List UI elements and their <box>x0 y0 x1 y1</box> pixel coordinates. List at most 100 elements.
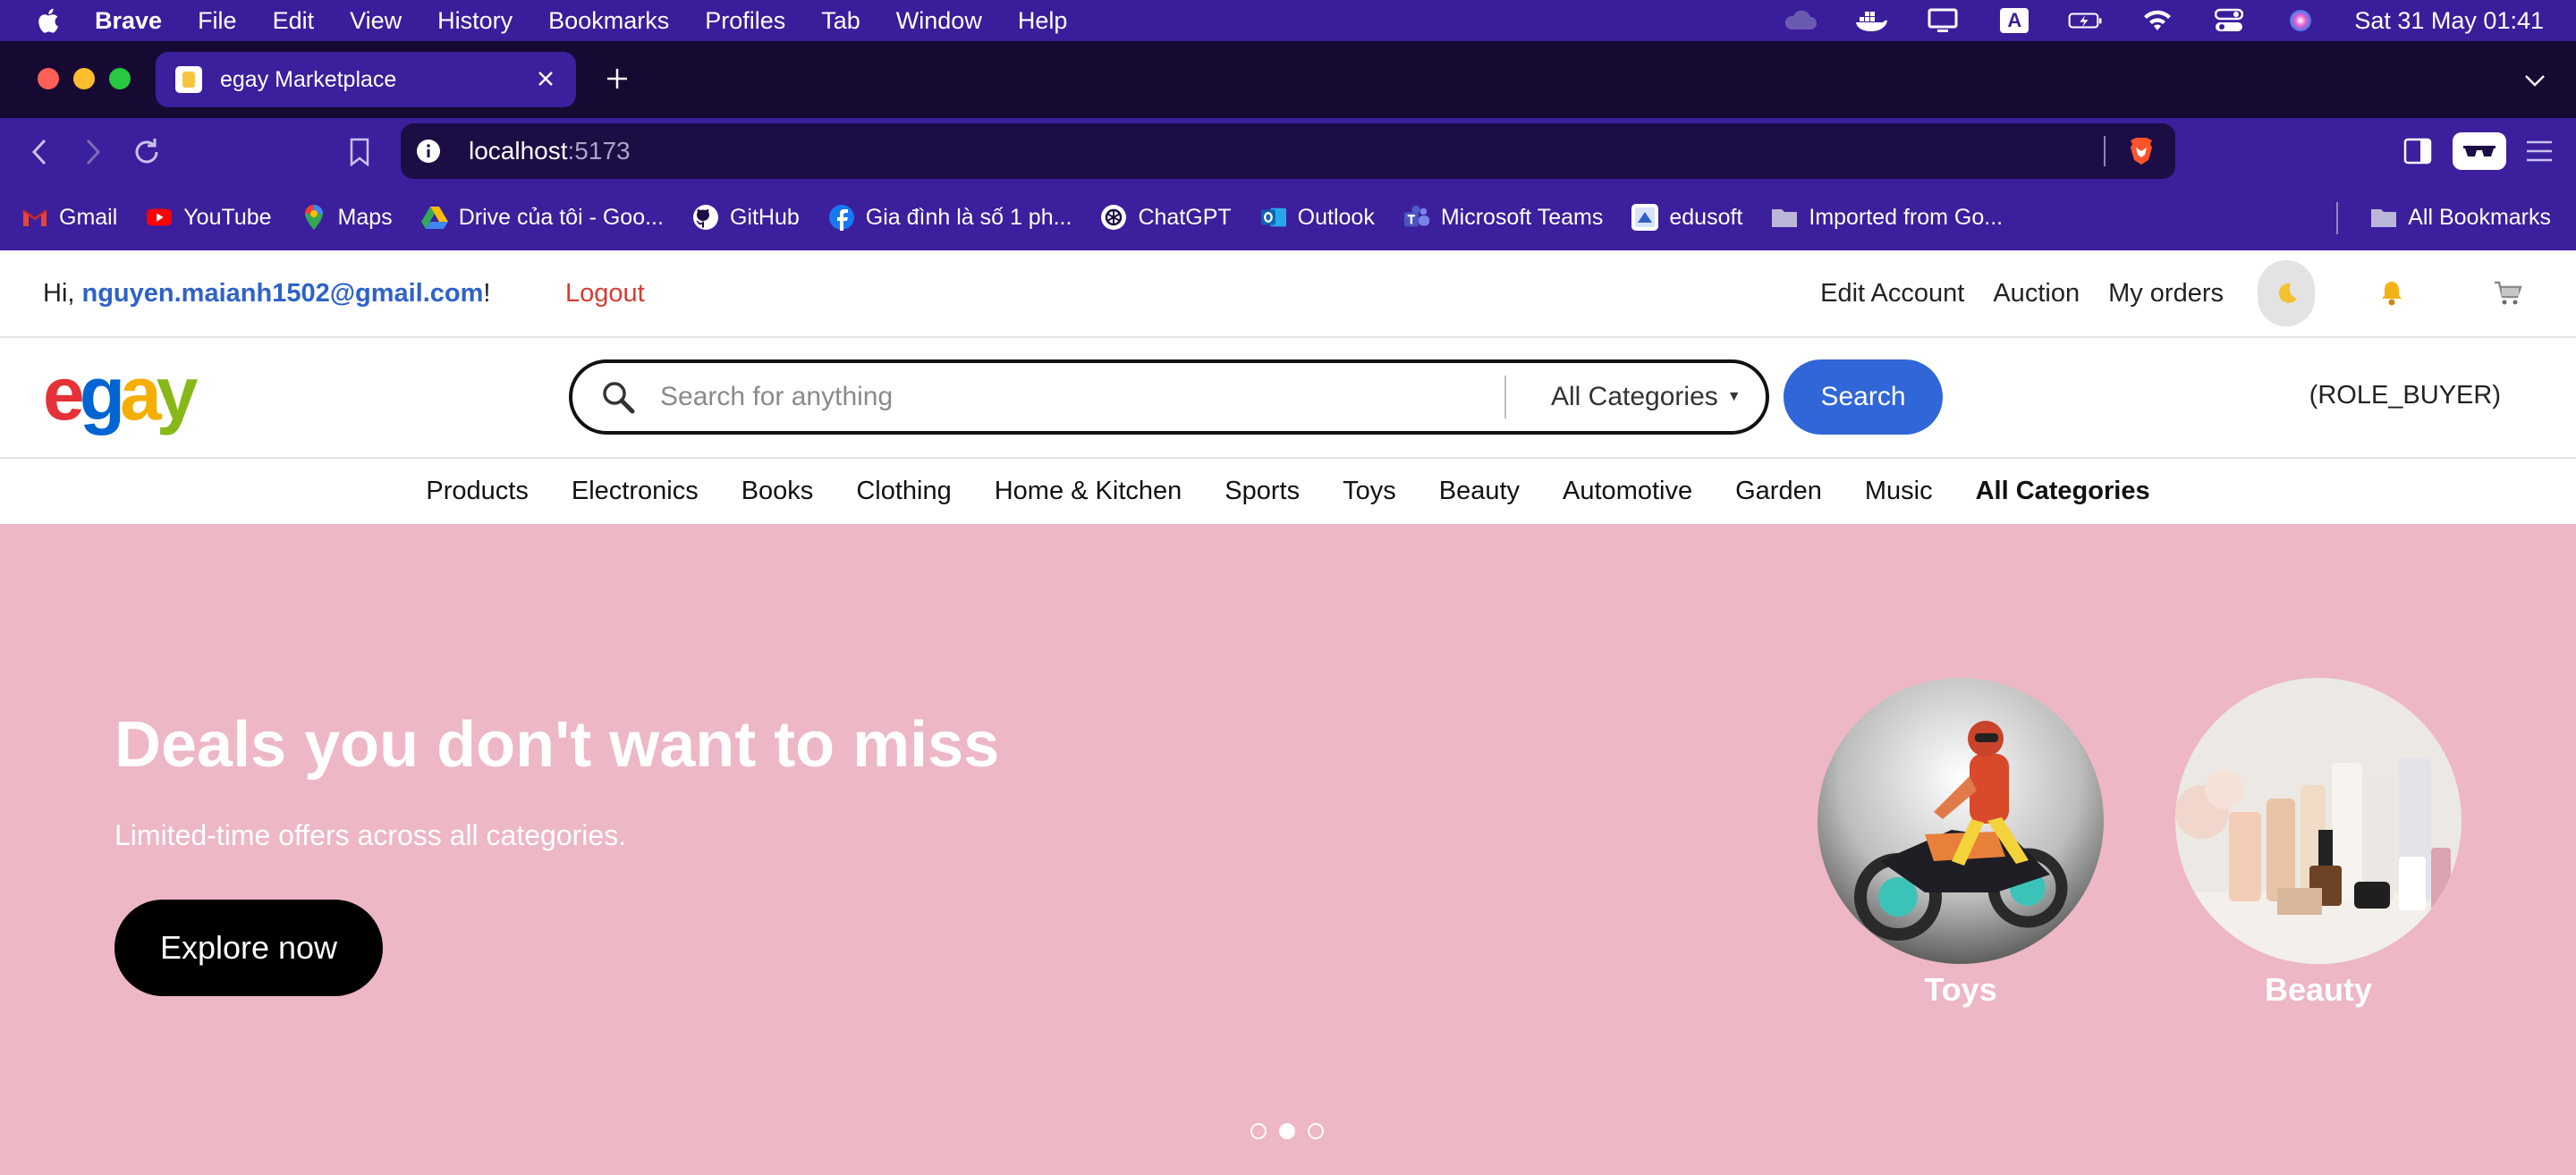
site-account-bar: Hi, nguyen.maianh1502@gmail.com! Logout … <box>0 250 2576 338</box>
hero-card-toys[interactable]: Toys <box>1818 678 2104 1009</box>
search-input[interactable] <box>660 382 1496 412</box>
tab-list-chevron-icon[interactable] <box>2519 64 2551 97</box>
bookmark-maps[interactable]: Maps <box>301 204 393 231</box>
search-button[interactable]: Search <box>1784 359 1943 435</box>
bookmark-chatgpt[interactable]: ChatGPT <box>1100 204 1232 231</box>
beauty-image <box>2175 678 2462 964</box>
display-icon[interactable] <box>1925 7 1961 34</box>
bookmark-label: Drive của tôi - Goo... <box>458 204 664 230</box>
category-link-garden[interactable]: Garden <box>1735 477 1822 506</box>
new-tab-icon[interactable] <box>599 61 635 97</box>
browser-tab-strip: egay Marketplace <box>0 41 2576 118</box>
auction-link[interactable]: Auction <box>1993 279 2080 309</box>
category-select[interactable]: All Categories ▼ <box>1551 382 1741 412</box>
browser-toolbar: localhost :5173 <box>0 118 2576 184</box>
edit-account-link[interactable]: Edit Account <box>1820 279 1964 309</box>
gmail-icon <box>21 204 48 231</box>
category-link-automotive[interactable]: Automotive <box>1563 477 1692 506</box>
category-link-home-kitchen[interactable]: Home & Kitchen <box>995 477 1182 506</box>
menu-help[interactable]: Help <box>1018 7 1068 35</box>
category-link-music[interactable]: Music <box>1865 477 1933 506</box>
docker-icon[interactable] <box>1853 7 1889 34</box>
input-source-icon[interactable]: A <box>1996 7 2032 34</box>
carousel-dot[interactable] <box>1308 1123 1324 1139</box>
tab-close-icon[interactable] <box>531 64 560 93</box>
active-tab[interactable]: egay Marketplace <box>156 52 576 107</box>
all-bookmarks-folder[interactable]: All Bookmarks <box>2370 204 2551 231</box>
back-icon[interactable] <box>21 134 57 170</box>
logout-link[interactable]: Logout <box>565 279 645 309</box>
menu-app-name[interactable]: Brave <box>95 7 162 35</box>
toys-image <box>1818 678 2104 964</box>
bookmark-teams[interactable]: Microsoft Teams <box>1403 204 1603 231</box>
dark-mode-toggle[interactable] <box>2258 260 2315 326</box>
bookmark-label: Gia đình là số 1 ph... <box>865 204 1072 230</box>
menu-bookmarks[interactable]: Bookmarks <box>548 7 669 35</box>
reload-icon[interactable] <box>129 134 165 170</box>
close-window-button[interactable] <box>38 68 59 89</box>
menu-profiles[interactable]: Profiles <box>705 7 785 35</box>
menu-file[interactable]: File <box>198 7 237 35</box>
address-bar[interactable]: localhost :5173 <box>401 123 2175 179</box>
reader-mode-icon[interactable] <box>2453 132 2506 170</box>
notifications-bell-icon[interactable] <box>2374 275 2410 311</box>
category-link-electronics[interactable]: Electronics <box>572 477 699 506</box>
bookmark-edusoft[interactable]: edusoft <box>1631 204 1742 231</box>
bookmark-label: Gmail <box>59 204 118 230</box>
bookmark-imported-folder[interactable]: Imported from Go... <box>1771 204 2003 231</box>
menu-history[interactable]: History <box>437 7 513 35</box>
bookmark-outlook[interactable]: Outlook <box>1260 204 1375 231</box>
search-header: egay All Categories ▼ Search (ROLE_BUYER… <box>0 338 2576 459</box>
address-divider <box>2104 136 2106 166</box>
menu-view[interactable]: View <box>350 7 402 35</box>
siri-icon[interactable] <box>2283 7 2318 34</box>
bookmark-facebook[interactable]: Gia đình là số 1 ph... <box>828 204 1072 231</box>
tab-favicon-icon <box>175 66 202 93</box>
chatgpt-icon <box>1100 204 1127 231</box>
menu-edit[interactable]: Edit <box>273 7 315 35</box>
sidebar-toggle-icon[interactable] <box>2397 131 2438 172</box>
caret-down-icon: ▼ <box>1726 389 1741 404</box>
bookmark-github[interactable]: GitHub <box>692 204 800 231</box>
edusoft-icon <box>1631 204 1659 231</box>
user-email-link[interactable]: nguyen.maianh1502@gmail.com <box>82 279 484 308</box>
menubar-clock[interactable]: Sat 31 May 01:41 <box>2354 7 2544 35</box>
bookmark-youtube[interactable]: YouTube <box>146 204 272 231</box>
category-link-all[interactable]: All Categories <box>1976 477 2150 506</box>
category-link-products[interactable]: Products <box>426 477 528 506</box>
category-link-clothing[interactable]: Clothing <box>856 477 951 506</box>
bookmark-page-icon[interactable] <box>342 134 377 170</box>
category-link-toys[interactable]: Toys <box>1343 477 1396 506</box>
minimize-window-button[interactable] <box>73 68 95 89</box>
all-bookmarks-label: All Bookmarks <box>2408 204 2551 230</box>
explore-now-button[interactable]: Explore now <box>114 900 383 996</box>
forward-icon[interactable] <box>75 134 111 170</box>
bookmark-drive[interactable]: Drive của tôi - Goo... <box>420 204 664 231</box>
zoom-window-button[interactable] <box>109 68 131 89</box>
carousel-dot-active[interactable] <box>1279 1123 1295 1139</box>
category-link-sports[interactable]: Sports <box>1224 477 1300 506</box>
my-orders-link[interactable]: My orders <box>2108 279 2224 309</box>
bookmark-gmail[interactable]: Gmail <box>21 204 117 231</box>
logo-letter: a <box>120 351 162 435</box>
cloud-icon[interactable] <box>1782 7 1818 34</box>
egay-logo[interactable]: egay <box>43 351 198 437</box>
url-host: localhost <box>469 137 568 165</box>
hero-card-beauty[interactable]: Beauty <box>2175 678 2462 1009</box>
browser-menu-icon[interactable] <box>2519 131 2560 172</box>
battery-icon[interactable] <box>2068 7 2104 34</box>
menu-window[interactable]: Window <box>896 7 982 35</box>
bookmark-label: ChatGPT <box>1138 204 1232 230</box>
site-info-icon[interactable] <box>415 138 442 165</box>
maps-icon <box>301 204 327 231</box>
menu-tab[interactable]: Tab <box>821 7 860 35</box>
cart-icon[interactable] <box>2490 275 2526 311</box>
hero-subtitle: Limited-time offers across all categorie… <box>114 819 627 851</box>
control-center-icon[interactable] <box>2211 7 2247 34</box>
carousel-dot[interactable] <box>1250 1123 1267 1139</box>
wifi-icon[interactable] <box>2140 7 2175 34</box>
category-link-beauty[interactable]: Beauty <box>1439 477 1520 506</box>
apple-icon[interactable] <box>36 7 59 34</box>
brave-shields-icon[interactable] <box>2125 135 2157 167</box>
category-link-books[interactable]: Books <box>741 477 814 506</box>
